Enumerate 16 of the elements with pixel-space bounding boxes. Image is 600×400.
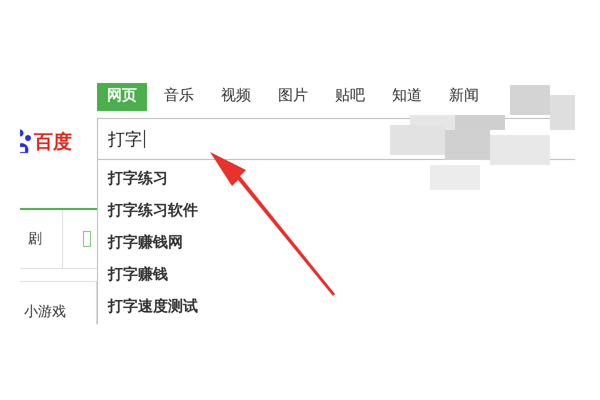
- search-tab[interactable]: 知道: [382, 83, 432, 111]
- suggestion-item[interactable]: 打字赚钱网: [108, 228, 408, 260]
- paw-icon: [20, 129, 34, 155]
- suggestion-item[interactable]: 打字速度测试: [108, 292, 408, 324]
- suggestion-item[interactable]: 打字练习: [108, 164, 408, 196]
- search-tab[interactable]: 图片: [268, 83, 318, 111]
- search-tab[interactable]: 贴吧: [325, 83, 375, 111]
- search-tab[interactable]: 视频: [211, 83, 261, 111]
- game-link[interactable]: 小游戏: [24, 303, 66, 321]
- category-tab[interactable]: 剧: [28, 210, 63, 268]
- search-tab[interactable]: 音乐: [154, 83, 204, 111]
- suggestion-item[interactable]: 打字练习软件: [108, 196, 408, 228]
- suggestion-item[interactable]: 打字赚钱: [108, 260, 408, 292]
- category-icon: [83, 231, 91, 247]
- logo-text: 百度: [34, 130, 72, 155]
- search-tab[interactable]: 新闻: [439, 83, 489, 111]
